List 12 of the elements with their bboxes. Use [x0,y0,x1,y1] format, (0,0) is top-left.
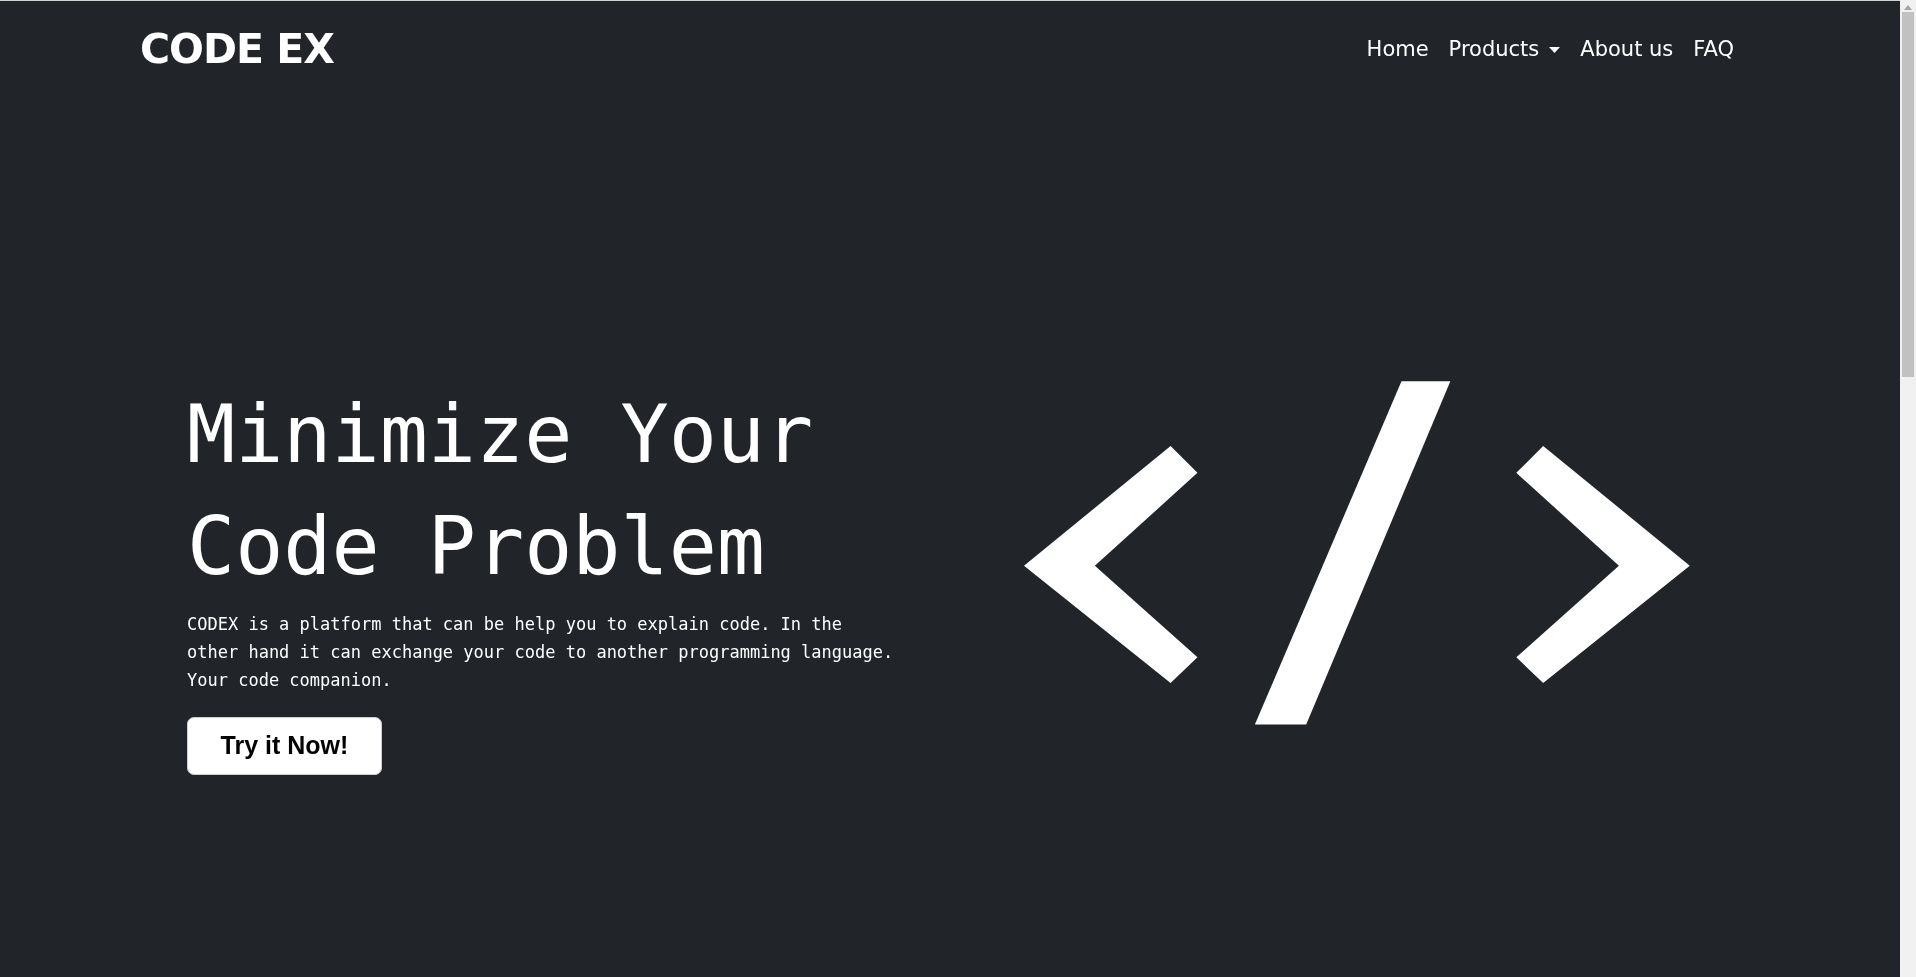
hero-heading: Minimize Your Code Problem [187,387,815,595]
nav-link[interactable]: FAQ [1693,34,1734,66]
nav-link[interactable]: Home [1366,34,1429,66]
scroll-up-icon[interactable] [1904,5,1912,10]
scrollbar[interactable] [1900,0,1916,977]
nav-dropdown[interactable]: Products [1448,34,1561,66]
code-icon [1024,381,1691,726]
try-now-button[interactable]: Try it Now! [187,717,382,775]
brand-logo[interactable]: CODE EX [140,19,334,81]
caret-icon[interactable] [1549,47,1561,53]
hero-description: CODEX is a platform that can be help you to explain code. In the other hand it can exchange your code to another programming language. Your code companion. [187,613,895,692]
nav-link[interactable]: About us [1580,34,1674,66]
